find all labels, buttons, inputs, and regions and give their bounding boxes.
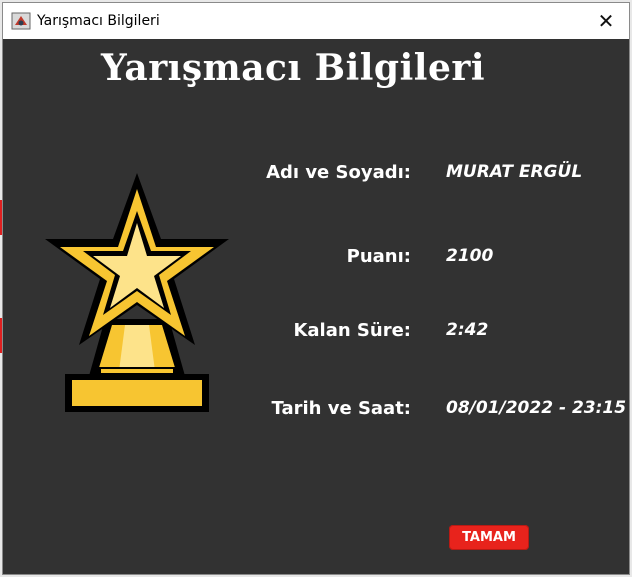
remaining-time-label: Kalan Süre: bbox=[293, 320, 411, 341]
dialog-window: Yarışmacı Bilgileri ✕ Yarışmacı Bilgiler… bbox=[2, 2, 630, 575]
close-button[interactable]: ✕ bbox=[583, 3, 629, 39]
name-value: MURAT ERGÜL bbox=[446, 162, 583, 182]
score-label: Puanı: bbox=[346, 246, 411, 267]
java-app-icon bbox=[11, 12, 31, 30]
date-time-label: Tarih ve Saat: bbox=[271, 398, 412, 419]
close-icon: ✕ bbox=[597, 10, 615, 33]
ok-button[interactable]: TAMAM bbox=[449, 525, 529, 550]
score-value: 2100 bbox=[446, 246, 494, 266]
star-trophy-icon bbox=[45, 173, 229, 412]
date-time-value: 08/01/2022 - 23:15 bbox=[446, 398, 627, 418]
name-label: Adı ve Soyadı: bbox=[266, 162, 411, 183]
window-title: Yarışmacı Bilgileri bbox=[37, 13, 160, 29]
dialog-heading: Yarışmacı Bilgileri bbox=[100, 47, 486, 89]
remaining-time-value: 2:42 bbox=[446, 320, 489, 340]
title-bar[interactable]: Yarışmacı Bilgileri ✕ bbox=[3, 3, 629, 39]
